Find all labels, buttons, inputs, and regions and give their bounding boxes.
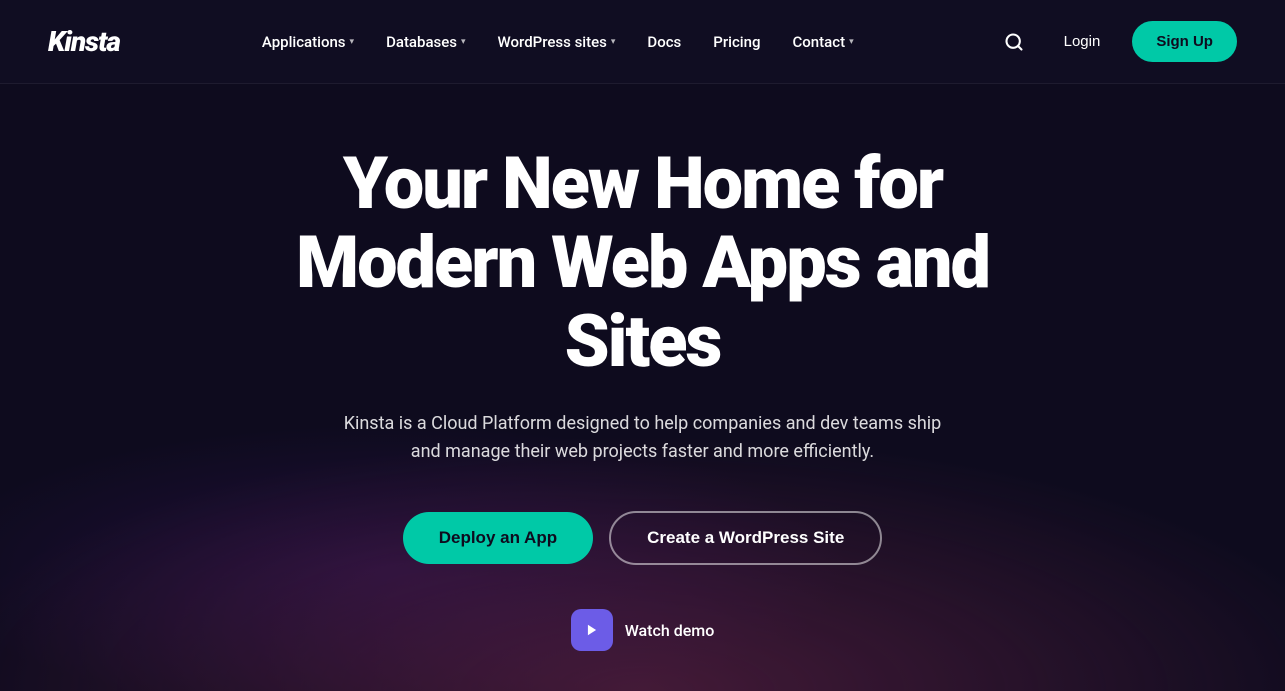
logo[interactable]: Kinsta [48,25,120,58]
hero-buttons: Deploy an App Create a WordPress Site [403,511,883,565]
nav-label-docs: Docs [647,33,681,51]
nav-right: Login Sign Up [996,21,1237,62]
nav-label-wordpress: WordPress sites [498,33,607,51]
nav-item-contact[interactable]: Contact ▾ [779,25,868,59]
nav-item-pricing[interactable]: Pricing [699,25,774,59]
login-button[interactable]: Login [1048,25,1117,58]
create-wordpress-button[interactable]: Create a WordPress Site [609,511,882,565]
nav-label-databases: Databases [386,33,457,51]
hero-title: Your New Home for Modern Web Apps and Si… [283,144,1003,382]
chevron-down-icon: ▾ [461,37,466,47]
nav-label-contact: Contact [793,33,846,51]
logo-text: Kinsta [48,25,120,58]
navbar: Kinsta Applications ▾ Databases ▾ WordPr… [0,0,1285,84]
deploy-app-button[interactable]: Deploy an App [403,512,593,564]
search-icon [1004,32,1024,52]
play-icon [571,609,613,651]
chevron-down-icon: ▾ [350,37,355,47]
chevron-down-icon: ▾ [849,37,854,47]
nav-label-applications: Applications [262,33,346,51]
search-button[interactable] [996,24,1032,60]
nav-item-databases[interactable]: Databases ▾ [372,25,479,59]
nav-links: Applications ▾ Databases ▾ WordPress sit… [248,25,868,59]
chevron-down-icon: ▾ [611,37,616,47]
nav-item-docs[interactable]: Docs [633,25,695,59]
watch-demo-label: Watch demo [625,621,715,640]
nav-item-wordpress[interactable]: WordPress sites ▾ [484,25,630,59]
signup-button[interactable]: Sign Up [1132,21,1237,62]
hero-section: Your New Home for Modern Web Apps and Si… [0,84,1285,691]
play-triangle-icon [585,623,599,637]
hero-subtitle: Kinsta is a Cloud Platform designed to h… [333,410,953,468]
nav-item-applications[interactable]: Applications ▾ [248,25,368,59]
watch-demo-link[interactable]: Watch demo [571,609,715,651]
nav-label-pricing: Pricing [713,33,760,51]
